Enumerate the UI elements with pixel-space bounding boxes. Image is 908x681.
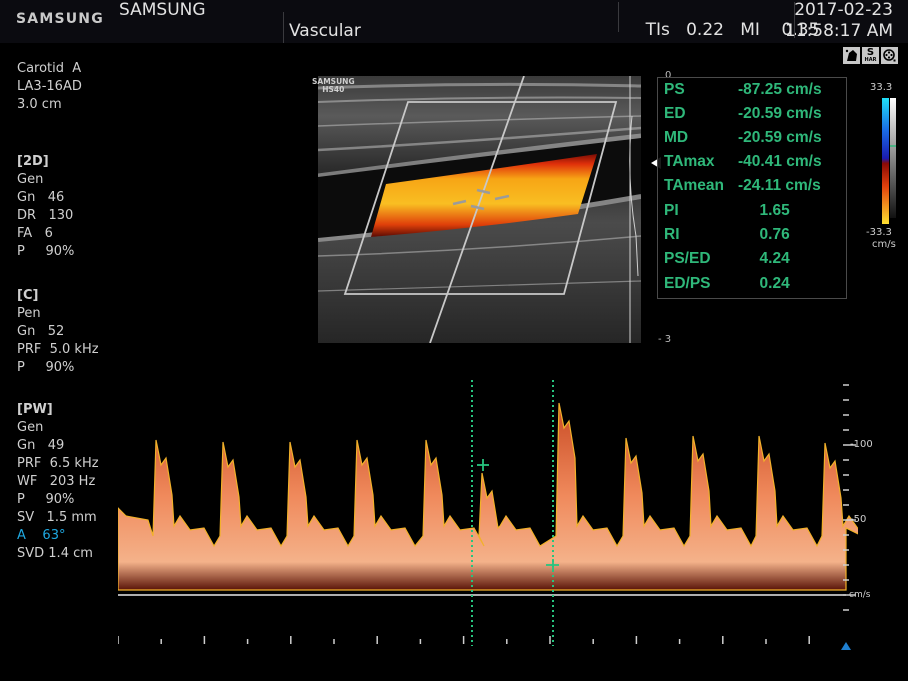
param-row: Gen [17,172,44,187]
tis-label: TIs [645,20,670,40]
param-row: FA 6 [17,226,53,241]
param-row: PRF 6.5 kHz [17,456,99,471]
tis-value: 0.22 [686,20,724,40]
divider [283,12,284,43]
divider [618,2,619,32]
probe-info: Carotid A LA3-16AD 3.0 cm [17,60,82,114]
reel-icon [881,47,898,64]
params-pw: [PW] Gen Gn 49 PRF 6.5 kHz WF 203 Hz P 9… [17,401,99,563]
datetime: 2017-02-23 11:58:17 AM [785,0,893,42]
colorbar-unit: cm/s [872,239,896,250]
param-row: Gn 49 [17,438,65,453]
har-icon: S HAR [862,47,879,64]
spectral-envelope [118,402,858,591]
param-row: P 90% [17,360,75,375]
ps-caliper-cross [477,459,489,471]
param-row: DR 130 [17,208,74,223]
velocity-unit: cm/s [849,590,871,600]
param-row: Gn 46 [17,190,65,205]
velocity-label-100: -100 [850,439,873,450]
angle-correction: A 63° [17,528,66,543]
colorbar-max: 33.3 [870,82,893,93]
mi-label: MI [740,20,760,40]
exam-type: Carotid A [17,61,82,76]
institution-name: SAMSUNG [119,0,206,20]
bmode-watermark: SAMSUNG HS40 [312,77,355,94]
param-row: P 90% [17,244,75,259]
params-2d: [2D] Gen Gn 46 DR 130 FA 6 P 90% [17,153,74,261]
status-icons: S HAR [843,47,898,64]
depth-label-bottom: - 3 [658,334,672,345]
top-bar: SAMSUNG SAMSUNG Vascular TIs 0.22 MI 0.3… [0,0,908,43]
param-row: Pen [17,306,41,321]
params-pw-header: [PW] [17,402,53,417]
measurement-panel: PS -87.25 cm/s ED -20.59 cm/s MD -20.59 cm/… [657,77,847,299]
preset-name: Vascular [289,21,361,41]
param-row: SVD 1.4 cm [17,546,93,561]
probe-model: LA3-16AD [17,79,82,94]
time: 11:58:17 AM [784,21,893,41]
bmode-image[interactable] [318,76,641,343]
param-row: Gn 52 [17,324,65,339]
param-row: SV 1.5 mm [17,510,97,525]
param-row: Gen [17,420,44,435]
depth: 3.0 cm [17,97,62,112]
params-2d-header: [2D] [17,154,49,169]
param-row: PRF 5.0 kHz [17,342,99,357]
brand-logo: SAMSUNG [16,11,104,27]
probe-icon [843,47,860,64]
date: 2017-02-23 [794,0,893,20]
time-ticks [118,636,810,644]
params-color-header: [C] [17,288,39,303]
velocity-label-50: -50 [850,514,867,525]
baseline-marker-icon [841,642,851,650]
spectral-waveform [118,402,858,591]
colorbar-min: -33.3 [866,227,892,238]
doppler-spectrum[interactable] [118,378,858,650]
param-row: WF 203 Hz [17,474,96,489]
params-color: [C] Pen Gn 52 PRF 5.0 kHz P 90% [17,287,99,377]
param-row: P 90% [17,492,75,507]
color-bar [882,98,896,224]
